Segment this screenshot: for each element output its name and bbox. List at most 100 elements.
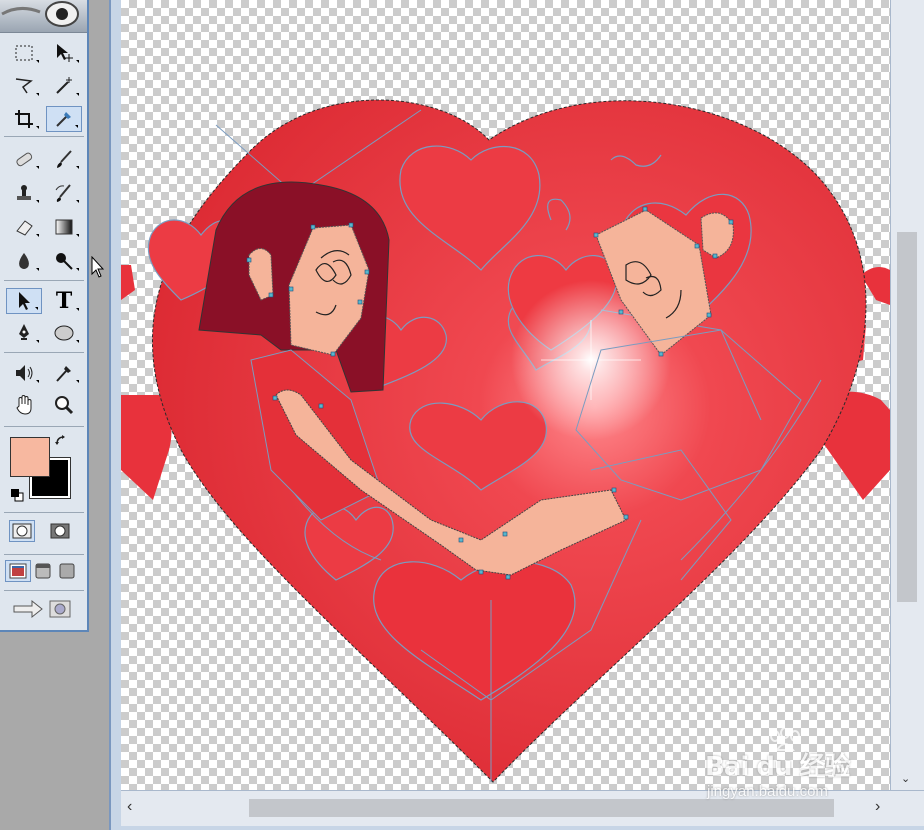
anchor-point	[458, 537, 464, 543]
anchor-point	[502, 531, 508, 537]
tool-separator	[4, 512, 84, 513]
blur-tool[interactable]	[6, 248, 42, 274]
anchor-point	[611, 487, 617, 493]
tool-separator	[4, 352, 84, 353]
gradient-tool[interactable]	[46, 214, 82, 240]
gradient-icon	[55, 219, 73, 235]
standard-screen-icon	[9, 563, 27, 579]
anchor-point	[478, 569, 484, 575]
zoom-icon	[55, 396, 74, 415]
anchor-point	[348, 222, 354, 228]
crop-icon	[15, 110, 33, 128]
magic-wand-icon	[56, 77, 72, 94]
eraser-icon	[16, 220, 33, 236]
dodge-icon	[56, 253, 73, 270]
tool-separator	[4, 554, 84, 555]
tool-separator	[4, 136, 84, 137]
pen-icon	[19, 324, 29, 340]
history-brush-icon	[55, 184, 71, 202]
anchor-point	[658, 351, 664, 357]
anchor-point	[288, 286, 294, 292]
zoom-tool[interactable]	[46, 392, 82, 418]
slice-tool[interactable]	[46, 106, 82, 132]
tool-separator	[4, 590, 84, 591]
side-heart	[121, 265, 135, 300]
magic-wand-tool[interactable]	[46, 73, 82, 99]
default-colors-icon[interactable]	[10, 488, 24, 502]
anchor-point	[642, 206, 648, 212]
eraser-tool[interactable]	[6, 214, 42, 240]
eyedropper-icon	[56, 366, 71, 382]
anchor-point	[728, 219, 734, 225]
valentine-artwork	[121, 99, 890, 783]
tools-panel: T	[0, 0, 89, 632]
healing-brush-icon	[16, 152, 33, 167]
brush-icon	[57, 150, 72, 168]
tools-panel-header[interactable]	[0, 0, 87, 33]
crop-tool[interactable]	[6, 106, 42, 132]
watermark-url: jingyan.baidu.com	[707, 783, 828, 800]
vertical-scrollbar[interactable]: ⌄	[890, 0, 924, 790]
type-icon: T	[55, 288, 73, 314]
notes-tool[interactable]	[6, 360, 42, 386]
full-screen-icon	[59, 563, 75, 579]
shape-tool[interactable]	[46, 320, 82, 346]
clone-stamp-tool[interactable]	[6, 180, 42, 206]
scroll-down-arrow[interactable]: ⌄	[901, 772, 915, 785]
path-selection-icon	[19, 292, 30, 310]
standard-mode-button[interactable]	[9, 520, 35, 542]
jump-to-button[interactable]	[8, 598, 78, 620]
anchor-point	[364, 269, 370, 275]
anchor-point	[706, 312, 712, 318]
quick-mask-mode-icon	[50, 523, 70, 539]
anchor-point	[593, 232, 599, 238]
anchor-point	[505, 574, 511, 580]
scroll-right-arrow[interactable]: ›	[875, 797, 880, 817]
feather-eye-icon	[1, 1, 79, 27]
history-brush-tool[interactable]	[46, 180, 82, 206]
anchor-point	[268, 292, 274, 298]
standard-screen-mode-button[interactable]	[5, 560, 31, 582]
type-tool[interactable]: T	[46, 288, 82, 314]
full-screen-button[interactable]	[54, 560, 80, 582]
lasso-tool[interactable]	[6, 73, 42, 99]
move-icon	[57, 44, 73, 62]
foreground-color-swatch[interactable]	[10, 437, 50, 477]
standard-mode-icon	[12, 523, 32, 539]
baidu-watermark: Bai du 经验 jingyan.baidu.com	[705, 728, 875, 808]
rect-marquee-tool[interactable]	[6, 40, 42, 66]
anchor-point	[272, 395, 278, 401]
tool-separator	[4, 426, 84, 427]
anchor-point	[310, 224, 316, 230]
pen-tool[interactable]	[6, 320, 42, 346]
move-tool[interactable]	[46, 40, 82, 66]
jump-to-imageready-icon	[13, 599, 71, 619]
watermark-logo: Bai du 经验	[705, 752, 850, 782]
anchor-point	[246, 257, 252, 263]
scroll-left-arrow[interactable]: ‹	[127, 797, 132, 817]
side-heart	[121, 395, 172, 500]
rect-marquee-icon	[15, 45, 33, 61]
full-screen-menu-icon	[35, 563, 51, 579]
dodge-tool[interactable]	[46, 248, 82, 274]
ellipse-shape-icon	[54, 325, 74, 341]
clone-stamp-icon	[17, 185, 31, 200]
anchor-point	[330, 351, 336, 357]
anchor-point	[694, 243, 700, 249]
quick-mask-mode-button[interactable]	[47, 520, 73, 542]
anchor-point	[712, 253, 718, 259]
anchor-point	[623, 514, 629, 520]
eyedropper-slice-icon	[56, 112, 71, 127]
full-screen-menu-button[interactable]	[30, 560, 56, 582]
anchor-point	[618, 309, 624, 315]
swap-colors-icon[interactable]	[54, 434, 70, 450]
eyedropper-tool[interactable]	[46, 360, 82, 386]
lasso-icon	[15, 78, 33, 94]
image-canvas[interactable]	[121, 0, 890, 790]
healing-brush-tool[interactable]	[6, 146, 42, 172]
vertical-scroll-thumb[interactable]	[897, 232, 917, 602]
hand-tool[interactable]	[6, 392, 42, 418]
hand-icon	[16, 395, 32, 415]
brush-tool[interactable]	[46, 146, 82, 172]
path-selection-tool[interactable]	[6, 288, 42, 314]
